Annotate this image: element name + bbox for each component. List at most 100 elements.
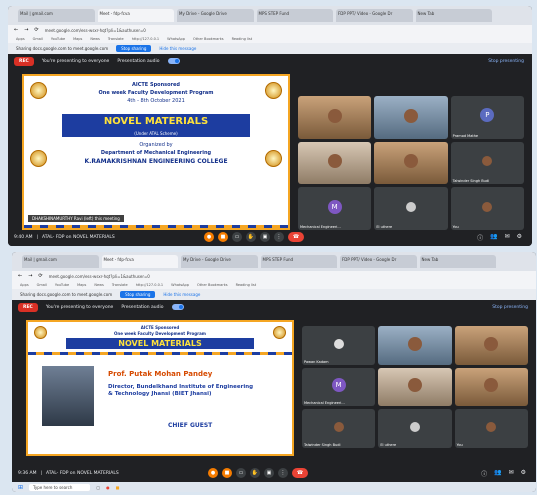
mic-icon[interactable]: ● — [204, 232, 214, 242]
stop-presenting-button[interactable]: Stop presenting — [492, 305, 528, 310]
camera-icon[interactable]: ■ — [222, 468, 232, 478]
presentation-audio-toggle[interactable] — [171, 304, 184, 310]
participant-tile[interactable]: M Mechanical Engineeri... — [302, 367, 376, 407]
back-icon[interactable]: ← — [18, 273, 22, 279]
participant-tile[interactable] — [378, 367, 452, 407]
bookmark[interactable]: Reading list — [236, 283, 256, 287]
info-icon[interactable]: ⓘ — [481, 469, 487, 478]
browser-tab[interactable]: FDP PPT/ Video - Google Dr — [340, 255, 417, 268]
bookmark[interactable]: http://127.0.0.1 — [136, 283, 163, 287]
bookmark[interactable]: Other Bookmarks — [193, 37, 224, 41]
participant-tile[interactable] — [378, 326, 452, 365]
forward-icon[interactable]: → — [24, 27, 28, 33]
presentation-audio-toggle[interactable] — [167, 58, 180, 64]
reload-icon[interactable]: ⟳ — [34, 27, 38, 33]
captions-icon[interactable]: ▭ — [232, 232, 242, 242]
people-icon[interactable]: 👥 — [494, 469, 501, 478]
people-icon[interactable]: 👥 — [490, 233, 497, 242]
participant-tile[interactable] — [298, 96, 372, 139]
bookmark[interactable]: Apps — [16, 37, 25, 41]
browser-tab[interactable]: My Drive - Google Drive — [181, 255, 258, 268]
bookmark[interactable]: Gmail — [37, 283, 47, 287]
participant-face — [407, 378, 422, 393]
participant-tile[interactable]: P Pramod Mathe — [450, 96, 524, 139]
browser-tab[interactable]: My Drive - Google Drive — [177, 9, 254, 22]
bookmark[interactable]: News — [94, 283, 103, 287]
bookmark[interactable]: News — [90, 37, 99, 41]
browser-tab[interactable]: Mail | gmail.com — [18, 9, 95, 22]
hand-icon[interactable]: ✋ — [246, 232, 256, 242]
participant-tile[interactable]: El uthere — [374, 187, 448, 230]
hand-icon[interactable]: ✋ — [250, 468, 260, 478]
participant-tile[interactable]: Pawan Kadam — [302, 326, 376, 365]
chrome-icon[interactable]: ● — [106, 485, 110, 490]
forward-icon[interactable]: → — [28, 273, 32, 279]
address-bar[interactable]: ← → ⟳ meet.google.com/ess-wsxr-hqt?pli=1… — [8, 25, 532, 35]
bookmark[interactable]: Other Bookmarks — [197, 283, 228, 287]
stop-sharing-button[interactable]: Stop sharing — [116, 45, 152, 52]
captions-icon[interactable]: ▭ — [236, 468, 246, 478]
participant-tile[interactable] — [374, 141, 448, 185]
leave-call-button[interactable]: ☎ — [292, 468, 308, 478]
back-icon[interactable]: ← — [14, 27, 18, 33]
info-icon[interactable]: ⓘ — [477, 233, 483, 242]
bookmark[interactable]: Maps — [73, 37, 82, 41]
present-icon[interactable]: ▣ — [260, 232, 270, 242]
chat-icon[interactable]: ✉ — [505, 233, 510, 242]
bookmark[interactable]: Reading list — [232, 37, 252, 41]
bookmark[interactable]: YouTube — [55, 283, 69, 287]
stop-presenting-button[interactable]: Stop presenting — [488, 59, 524, 64]
windows-taskbar: ⊞ Type here to search ▢ ● ■ — [12, 482, 536, 492]
college-seal-icon — [265, 150, 282, 167]
leave-call-button[interactable]: ☎ — [288, 232, 304, 242]
bookmark[interactable]: WhatsApp — [167, 37, 185, 41]
participant-tile[interactable]: Talwinder Singh Budi — [302, 409, 376, 448]
bookmark[interactable]: YouTube — [51, 37, 65, 41]
participant-tile[interactable] — [298, 141, 372, 185]
browser-tab[interactable]: New Tab — [415, 9, 492, 22]
activities-icon[interactable]: ⚙ — [521, 469, 526, 478]
bookmark[interactable]: Maps — [77, 283, 86, 287]
participant-tile[interactable]: Talwinder Singh Budi — [450, 141, 524, 185]
participant-tile[interactable]: El uthere — [378, 409, 452, 448]
camera-icon[interactable]: ■ — [218, 232, 228, 242]
browser-tab[interactable]: Mail | gmail.com — [22, 255, 99, 268]
task-view-icon[interactable]: ▢ — [96, 485, 100, 490]
taskbar-search-input[interactable]: Type here to search — [29, 483, 91, 491]
activities-icon[interactable]: ⚙ — [517, 233, 522, 242]
sharing-infobar: Sharing docs.google.com to meet.google.c… — [12, 289, 536, 300]
bookmark[interactable]: Gmail — [33, 37, 43, 41]
url-text[interactable]: meet.google.com/ess-wsxr-hqt?pli=1&authu… — [49, 274, 150, 279]
participant-tile[interactable] — [454, 367, 528, 407]
participant-tile[interactable] — [454, 326, 528, 365]
present-icon[interactable]: ▣ — [264, 468, 274, 478]
participant-tile[interactable]: You — [454, 409, 528, 448]
mic-icon[interactable]: ● — [208, 468, 218, 478]
browser-tab[interactable]: MPS STEP Fund — [260, 255, 337, 268]
participant-tile[interactable]: You — [450, 187, 524, 230]
participant-tile[interactable]: M Mechanical Engineeri... — [298, 187, 372, 230]
avatar: M — [331, 378, 346, 393]
chat-icon[interactable]: ✉ — [509, 469, 514, 478]
bookmark[interactable]: WhatsApp — [171, 283, 189, 287]
file-explorer-icon[interactable]: ■ — [116, 485, 120, 490]
browser-tab[interactable]: Meet - fdp-fcva — [97, 9, 174, 22]
more-options-icon[interactable]: ⋮ — [274, 232, 284, 242]
more-options-icon[interactable]: ⋮ — [278, 468, 288, 478]
bookmark[interactable]: Translate — [112, 283, 128, 287]
hide-message-button[interactable]: Hide this message — [163, 292, 200, 297]
browser-tab[interactable]: Meet - fdp-fcva — [101, 255, 178, 268]
reload-icon[interactable]: ⟳ — [38, 273, 42, 279]
hide-message-button[interactable]: Hide this message — [159, 46, 196, 51]
participant-tile[interactable] — [374, 96, 448, 139]
stop-sharing-button[interactable]: Stop sharing — [120, 291, 156, 298]
browser-tab[interactable]: FDP PPT/ Video - Google Dr — [336, 9, 413, 22]
bookmark[interactable]: Apps — [20, 283, 29, 287]
bookmark[interactable]: http://127.0.0.1 — [132, 37, 159, 41]
browser-tab[interactable]: New Tab — [419, 255, 496, 268]
windows-start-icon[interactable]: ⊞ — [18, 484, 23, 491]
url-text[interactable]: meet.google.com/ess-wsxr-hqt?pli=1&authu… — [45, 28, 146, 33]
address-bar[interactable]: ← → ⟳ meet.google.com/ess-wsxr-hqt?pli=1… — [12, 271, 536, 281]
browser-tab[interactable]: MPS STEP Fund — [256, 9, 333, 22]
bookmark[interactable]: Translate — [108, 37, 124, 41]
